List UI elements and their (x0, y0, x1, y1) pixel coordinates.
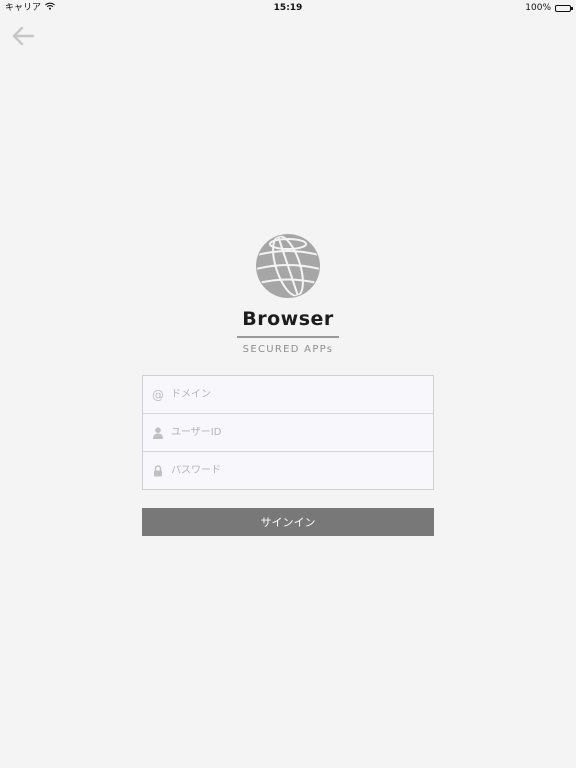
brand-divider (237, 336, 339, 338)
domain-field: @ (143, 376, 433, 414)
status-time: 15:19 (273, 3, 303, 13)
user-field (143, 414, 433, 452)
person-icon (151, 426, 165, 439)
globe-icon (255, 233, 321, 299)
at-sign-icon: @ (152, 387, 164, 402)
brand-title: Browser (242, 308, 334, 330)
battery-percent: 100% (525, 3, 551, 13)
arrow-left-icon (10, 26, 36, 51)
back-button[interactable] (10, 25, 36, 47)
user-id-input[interactable] (171, 427, 411, 438)
status-bar: キャリア 15:19 100% (0, 0, 576, 16)
domain-input[interactable] (171, 389, 411, 400)
login-form: @ (142, 375, 434, 490)
password-input[interactable] (171, 465, 411, 476)
lock-icon (151, 464, 165, 477)
password-field (143, 452, 433, 489)
battery-icon (555, 4, 573, 12)
status-right: 100% (525, 0, 573, 16)
brand-subtitle: SECURED APPs (242, 344, 334, 355)
signin-button[interactable]: サインイン (142, 508, 434, 536)
